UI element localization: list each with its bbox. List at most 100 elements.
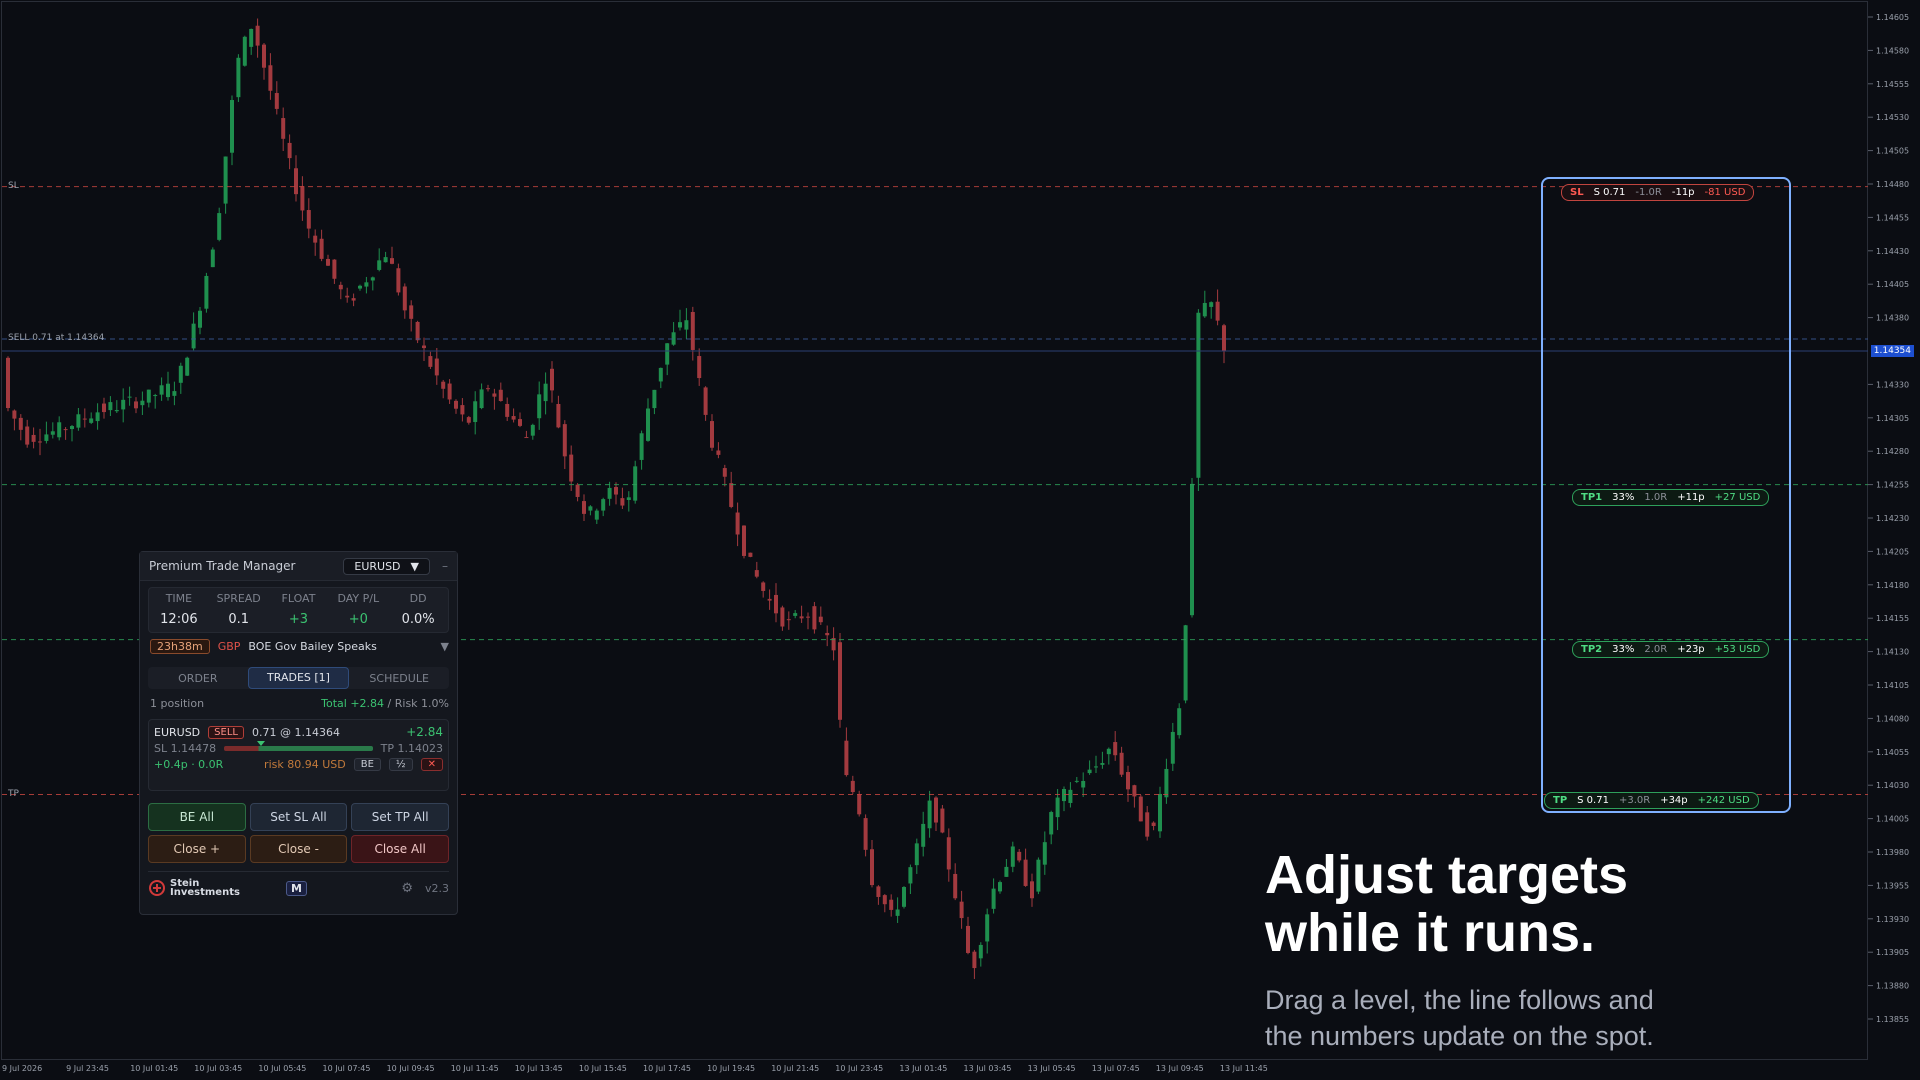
candle-body xyxy=(454,400,458,409)
close-half-button[interactable]: ½ xyxy=(388,758,413,771)
tp2-level-pill[interactable]: TP2 33% 2.0R +23p +53 USD xyxy=(1572,641,1770,658)
price-tick-label: 1.13930 xyxy=(1876,915,1909,924)
candle-body xyxy=(722,468,727,477)
sl-line-label: SL xyxy=(8,181,19,191)
tab-schedule[interactable]: SCHEDULE xyxy=(349,672,449,685)
candle-body xyxy=(300,186,305,211)
time-tick-label: 10 Jul 21:45 xyxy=(771,1064,819,1073)
trade-symbol: EURUSD xyxy=(154,725,201,739)
candle-body xyxy=(262,44,266,68)
candle-body xyxy=(793,613,798,616)
candle-body xyxy=(236,57,241,98)
close-all-button[interactable]: Close All xyxy=(351,835,449,863)
pill-size: 33% xyxy=(1612,644,1635,655)
minimize-button[interactable]: – xyxy=(442,559,448,573)
trade-manager-panel: Premium Trade Manager EURUSD ▼ – TIME SP… xyxy=(139,551,458,915)
chevron-down-icon[interactable]: ▼ xyxy=(441,640,449,653)
candle-body xyxy=(1100,763,1105,765)
gear-icon[interactable]: ⚙ xyxy=(401,881,413,896)
candle-body xyxy=(562,424,567,457)
sl-level-pill[interactable]: SL S 0.71 -1.0R -11p -81 USD xyxy=(1561,184,1755,201)
close-trade-button[interactable]: ✕ xyxy=(420,758,443,771)
candle-body xyxy=(575,484,580,497)
pill-size: 33% xyxy=(1612,492,1635,503)
candle-body xyxy=(850,780,855,793)
candle-body xyxy=(998,882,1002,892)
candle-body xyxy=(159,385,164,395)
time-tick-label: 10 Jul 09:45 xyxy=(387,1064,435,1073)
mode-button[interactable]: M xyxy=(285,880,307,896)
trade-tp: TP 1.14023 xyxy=(380,742,443,755)
candle-body xyxy=(818,616,823,623)
candle-body xyxy=(594,510,599,520)
candle-body xyxy=(652,389,657,409)
candle-body xyxy=(1106,748,1111,755)
time-axis: 9 Jul 2026 9 Jul 23:45 10 Jul 01:45 10 Jul … xyxy=(2,1064,1268,1073)
candle-body xyxy=(6,357,10,409)
candle-body xyxy=(230,100,234,153)
total-value: +2.84 xyxy=(350,697,385,710)
candle-body xyxy=(479,389,484,409)
candle-body xyxy=(735,512,740,535)
bulk-actions: BE All Set SL All Set TP All Close + Clo… xyxy=(148,803,449,863)
tab-trades[interactable]: TRADES [1] xyxy=(247,667,350,689)
tp-level-pill[interactable]: TP S 0.71 +3.0R +34p +242 USD xyxy=(1544,792,1759,809)
candle-body xyxy=(703,387,708,415)
candle-body xyxy=(1030,881,1034,899)
symbol-select[interactable]: EURUSD ▼ xyxy=(343,557,430,575)
candle-body xyxy=(511,416,516,420)
candle-body xyxy=(569,454,574,482)
breakeven-button[interactable]: BE xyxy=(353,758,381,771)
price-tick-label: 1.13880 xyxy=(1876,982,1909,991)
pill-usd: -81 USD xyxy=(1704,187,1746,198)
panel-header[interactable]: Premium Trade Manager EURUSD ▼ – xyxy=(140,552,457,581)
panel-footer: Stein Investments M ⚙ v2.3 xyxy=(148,871,449,900)
candle-body xyxy=(940,808,945,833)
candle-body xyxy=(242,36,247,66)
candle-body xyxy=(1017,851,1022,861)
pill-usd: +242 USD xyxy=(1697,795,1750,806)
pill-usd: +53 USD xyxy=(1714,644,1761,655)
candle-body xyxy=(806,616,810,618)
news-ticker[interactable]: 23h38m GBP BOE Gov Bailey Speaks ▼ xyxy=(150,635,449,657)
positions-count: 1 position xyxy=(150,697,205,710)
candle-body xyxy=(1222,325,1226,352)
candle-body xyxy=(1215,301,1220,321)
time-tick-label: 10 Jul 05:45 xyxy=(258,1064,306,1073)
tp-line-label: TP xyxy=(8,789,19,799)
candle-body xyxy=(934,797,938,823)
pill-size: S 0.71 xyxy=(1593,187,1626,198)
candle-body xyxy=(492,393,497,397)
be-all-button[interactable]: BE All xyxy=(148,803,246,831)
candle-body xyxy=(774,594,778,614)
candle-body xyxy=(799,616,804,619)
candle-body xyxy=(172,391,177,396)
candle-body xyxy=(684,320,689,330)
candle-body xyxy=(402,286,407,311)
tp1-level-pill[interactable]: TP1 33% 1.0R +11p +27 USD xyxy=(1572,489,1770,506)
close-minus-button[interactable]: Close - xyxy=(249,835,348,863)
candle-body xyxy=(524,437,529,439)
candle-body xyxy=(1202,302,1207,317)
candle-body xyxy=(57,422,62,438)
candle-body xyxy=(460,405,465,415)
close-plus-button[interactable]: Close + xyxy=(148,835,246,863)
candle-body xyxy=(1145,812,1150,837)
set-sl-all-button[interactable]: Set SL All xyxy=(249,803,348,831)
candle-body xyxy=(396,268,401,293)
price-tick-label: 1.13855 xyxy=(1876,1015,1909,1024)
brand-logo: Stein Investments xyxy=(148,879,240,898)
set-tp-all-button[interactable]: Set TP All xyxy=(351,803,449,831)
tab-order[interactable]: ORDER xyxy=(148,672,248,685)
candle-body xyxy=(217,213,222,240)
candle-body xyxy=(114,410,119,412)
candle-body xyxy=(223,156,228,204)
price-tick-label: 1.14180 xyxy=(1876,581,1909,590)
price-tick-label: 1.14330 xyxy=(1876,380,1909,389)
stat-header-time: TIME xyxy=(165,592,193,605)
price-tick-label: 1.14405 xyxy=(1876,280,1909,289)
stats-table: TIME SPREAD FLOAT DAY P/L DD 12:06 0.1 +… xyxy=(148,587,449,633)
price-tick-label: 1.14080 xyxy=(1876,714,1909,723)
price-tick-label: 1.14305 xyxy=(1876,414,1909,423)
price-tick-label: 1.14155 xyxy=(1876,614,1909,623)
